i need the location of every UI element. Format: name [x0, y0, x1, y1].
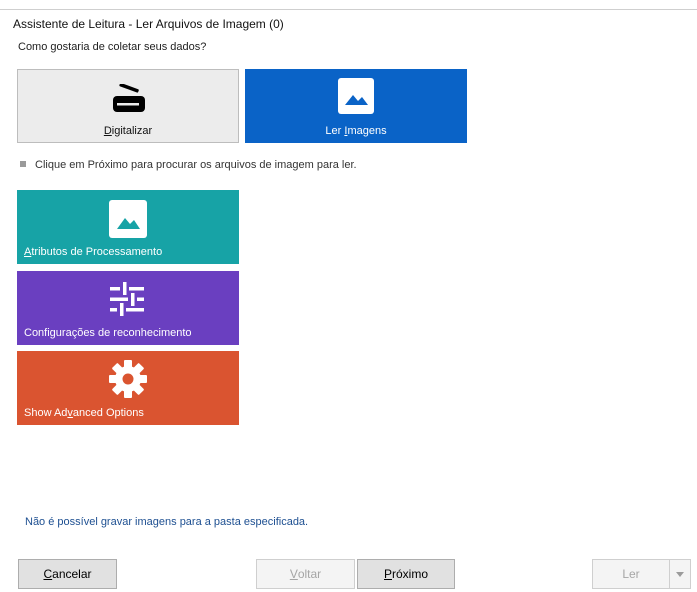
read-images-label: Ler Imagens: [325, 125, 387, 137]
hint-text: Clique em Próximo para procurar os arqui…: [20, 159, 357, 171]
sliders-icon: [107, 279, 147, 324]
read-dropdown-button[interactable]: [669, 559, 691, 589]
advanced-options-tile[interactable]: Show Advanced Options: [17, 351, 239, 425]
chevron-down-icon: [676, 571, 684, 577]
cancel-button[interactable]: Cancelar: [18, 559, 117, 589]
recognition-settings-tile[interactable]: Configurações de reconhecimento: [17, 271, 239, 345]
image-icon: [109, 200, 147, 243]
read-button[interactable]: Ler: [592, 559, 669, 589]
scanner-icon: [110, 82, 148, 121]
error-message: Não é possível gravar imagens para a pas…: [25, 516, 309, 528]
advanced-options-label: Show Advanced Options: [24, 407, 144, 419]
recognition-settings-label: Configurações de reconhecimento: [24, 327, 192, 339]
image-icon: [338, 78, 374, 119]
next-button[interactable]: Próximo: [357, 559, 455, 589]
top-border: [0, 9, 697, 10]
question-label: Como gostaria de coletar seus dados?: [18, 41, 207, 53]
bullet-icon: [20, 161, 26, 167]
gear-icon: [107, 358, 149, 405]
scan-tile[interactable]: Digitalizar: [17, 69, 239, 143]
processing-attributes-label: Atributos de Processamento: [24, 246, 163, 258]
read-images-tile[interactable]: Ler Imagens: [245, 69, 467, 143]
processing-attributes-tile[interactable]: Atributos de Processamento: [17, 190, 239, 264]
scan-label: Digitalizar: [103, 125, 153, 137]
window-title: Assistente de Leitura - Ler Arquivos de …: [13, 17, 284, 31]
back-button[interactable]: Voltar: [256, 559, 355, 589]
